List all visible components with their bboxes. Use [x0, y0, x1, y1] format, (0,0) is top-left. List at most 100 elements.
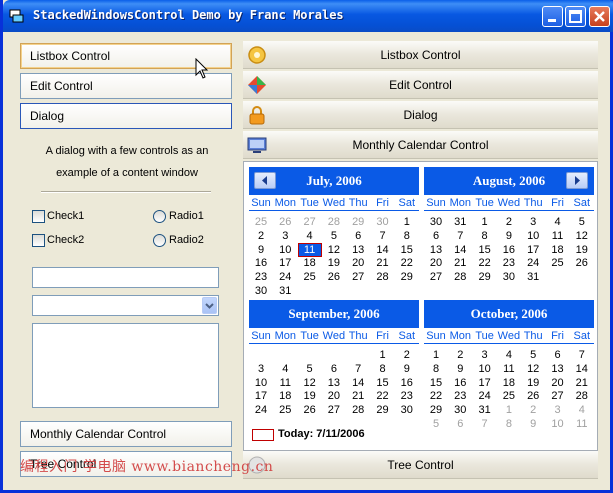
- calendar-day[interactable]: 8: [497, 417, 521, 431]
- radio1-radio[interactable]: [153, 210, 166, 223]
- right-tree-header[interactable]: Tree Control: [243, 451, 598, 479]
- calendar-day[interactable]: 7: [346, 362, 370, 376]
- calendar-day[interactable]: 13: [546, 362, 570, 376]
- calendar-day[interactable]: 4: [273, 362, 297, 376]
- calendar-day[interactable]: 23: [497, 256, 521, 270]
- right-edit-header[interactable]: Edit Control: [243, 71, 598, 99]
- calendar-day[interactable]: 16: [249, 256, 273, 270]
- calendar-day[interactable]: 9: [395, 362, 419, 376]
- calendar-day[interactable]: 8: [424, 362, 448, 376]
- calendar-day[interactable]: 8: [473, 229, 497, 243]
- calendar-day[interactable]: 25: [273, 403, 297, 417]
- title-bar[interactable]: StackedWindowsControl Demo by Franc Mora…: [3, 0, 613, 32]
- calendar-day[interactable]: 26: [273, 215, 297, 229]
- calendar-day[interactable]: 28: [448, 270, 472, 284]
- chevron-down-icon[interactable]: [202, 297, 217, 314]
- calendar-day[interactable]: 3: [521, 215, 545, 229]
- calendar-day[interactable]: 20: [346, 256, 370, 270]
- calendar-day[interactable]: 12: [298, 376, 322, 390]
- calendar-day[interactable]: 20: [322, 389, 346, 403]
- calendar-day[interactable]: 6: [448, 417, 472, 431]
- calendar-day[interactable]: 4: [298, 229, 322, 243]
- calendar-day[interactable]: 30: [395, 403, 419, 417]
- right-calendar-header[interactable]: Monthly Calendar Control: [243, 131, 598, 159]
- calendar-day[interactable]: 11: [273, 376, 297, 390]
- calendar-day[interactable]: 24: [521, 256, 545, 270]
- calendar-day[interactable]: 29: [346, 215, 370, 229]
- next-month-icon[interactable]: [566, 172, 588, 189]
- calendar-day[interactable]: 20: [424, 256, 448, 270]
- calendar-day[interactable]: 18: [298, 256, 322, 270]
- calendar-day[interactable]: 5: [298, 362, 322, 376]
- calendar-day[interactable]: 27: [546, 389, 570, 403]
- calendar-day[interactable]: 1: [473, 215, 497, 229]
- calendar-day[interactable]: 28: [322, 215, 346, 229]
- calendar-day[interactable]: 29: [395, 270, 419, 284]
- calendar-day[interactable]: 28: [570, 389, 594, 403]
- calendar-day[interactable]: 12: [322, 243, 346, 257]
- calendar-day[interactable]: 26: [298, 403, 322, 417]
- calendar-day[interactable]: 5: [570, 215, 594, 229]
- calendar-day[interactable]: 29: [424, 403, 448, 417]
- calendar-day[interactable]: 18: [546, 243, 570, 257]
- calendar-day[interactable]: 12: [570, 229, 594, 243]
- calendar-day[interactable]: 17: [273, 256, 297, 270]
- calendar-day[interactable]: 13: [424, 243, 448, 257]
- calendar-day[interactable]: 13: [322, 376, 346, 390]
- calendar-day[interactable]: 1: [424, 348, 448, 362]
- month-title[interactable]: October, 2006: [424, 300, 594, 328]
- calendar-day[interactable]: 2: [497, 215, 521, 229]
- calendar-day[interactable]: 18: [497, 376, 521, 390]
- calendar-day[interactable]: 15: [473, 243, 497, 257]
- calendar-day[interactable]: 5: [424, 417, 448, 431]
- calendar-day[interactable]: 3: [546, 403, 570, 417]
- calendar-day[interactable]: 10: [521, 229, 545, 243]
- calendar-day[interactable]: 25: [298, 270, 322, 284]
- calendar-day[interactable]: 1: [395, 215, 419, 229]
- right-dialog-header[interactable]: Dialog: [243, 101, 598, 129]
- today-label[interactable]: Today: 7/11/2006: [278, 428, 365, 440]
- calendar-day[interactable]: 27: [322, 403, 346, 417]
- calendar-day[interactable]: 19: [521, 376, 545, 390]
- calendar-day[interactable]: 14: [448, 243, 472, 257]
- calendar-day[interactable]: 30: [424, 215, 448, 229]
- calendar-day[interactable]: 27: [424, 270, 448, 284]
- calendar-day[interactable]: 21: [371, 256, 395, 270]
- calendar-day[interactable]: 31: [473, 403, 497, 417]
- dialog-edit-field[interactable]: [32, 267, 219, 288]
- calendar-day[interactable]: 25: [249, 215, 273, 229]
- calendar-day[interactable]: 9: [521, 417, 545, 431]
- calendar-day[interactable]: 1: [497, 403, 521, 417]
- calendar-day[interactable]: 22: [424, 389, 448, 403]
- calendar-day[interactable]: 29: [371, 403, 395, 417]
- calendar-day[interactable]: 9: [249, 243, 273, 257]
- check2-checkbox[interactable]: [32, 234, 45, 247]
- calendar-day[interactable]: 8: [395, 229, 419, 243]
- calendar-day[interactable]: 2: [395, 348, 419, 362]
- calendar-day[interactable]: 31: [448, 215, 472, 229]
- calendar-day[interactable]: 5: [521, 348, 545, 362]
- calendar-day[interactable]: 10: [249, 376, 273, 390]
- minimize-button[interactable]: [542, 6, 563, 27]
- calendar-day[interactable]: 18: [273, 389, 297, 403]
- calendar-day[interactable]: 15: [395, 243, 419, 257]
- calendar-day[interactable]: 10: [546, 417, 570, 431]
- calendar-day[interactable]: 19: [570, 243, 594, 257]
- calendar-day[interactable]: 6: [546, 348, 570, 362]
- calendar-day[interactable]: 28: [346, 403, 370, 417]
- dialog-memo[interactable]: [32, 323, 219, 408]
- left-calendar-button[interactable]: Monthly Calendar Control: [20, 421, 232, 447]
- calendar-day[interactable]: 27: [298, 215, 322, 229]
- calendar-day[interactable]: 10: [473, 362, 497, 376]
- calendar-day[interactable]: 2: [249, 229, 273, 243]
- calendar-day[interactable]: 29: [473, 270, 497, 284]
- month-title[interactable]: September, 2006: [249, 300, 419, 328]
- calendar-day[interactable]: 8: [371, 362, 395, 376]
- calendar-day[interactable]: 22: [371, 389, 395, 403]
- calendar-day[interactable]: 4: [570, 403, 594, 417]
- calendar-day[interactable]: 9: [497, 229, 521, 243]
- calendar-day[interactable]: 13: [346, 243, 370, 257]
- calendar-day[interactable]: 1: [371, 348, 395, 362]
- calendar-day[interactable]: 30: [249, 284, 273, 298]
- calendar-day[interactable]: 23: [395, 389, 419, 403]
